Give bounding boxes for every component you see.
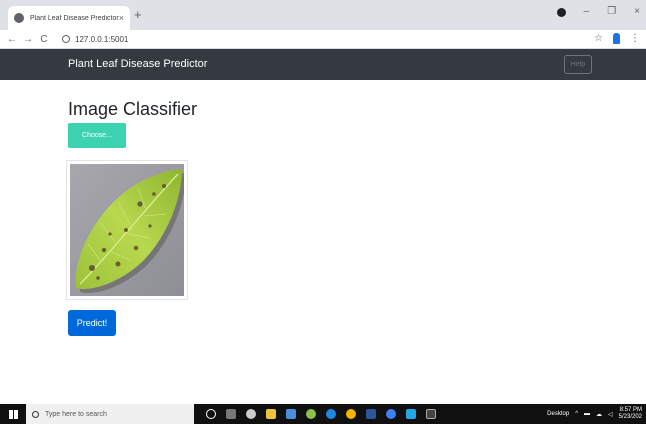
browser-menu-icon[interactable]: ⋮ <box>630 33 640 44</box>
settings-icon[interactable] <box>246 409 256 419</box>
word-icon[interactable] <box>366 409 376 419</box>
browser-tab-bar: Plant Leaf Disease Predictor × + – ❐ × <box>0 0 646 30</box>
task-view-icon[interactable] <box>226 409 236 419</box>
address-bar: ← → C 127.0.0.1:5001 ☆ ⋮ <box>0 30 646 49</box>
maximize-button[interactable]: ❐ <box>607 6 616 17</box>
minimize-button[interactable]: – <box>584 6 590 17</box>
forward-button[interactable]: → <box>20 34 36 45</box>
tray-chevron-icon[interactable]: ^ <box>575 411 578 417</box>
messenger-icon[interactable] <box>386 409 396 419</box>
vscode-icon[interactable] <box>406 409 416 419</box>
help-button[interactable]: Help <box>564 55 592 74</box>
url-text: 127.0.0.1:5001 <box>75 34 129 44</box>
image-preview <box>66 160 188 300</box>
terminal-icon[interactable] <box>426 409 436 419</box>
chrome-icon[interactable] <box>346 409 356 419</box>
anaconda-icon[interactable] <box>306 409 316 419</box>
page-title: Image Classifier <box>68 99 198 119</box>
choose-file-button[interactable]: Choose... <box>68 123 126 148</box>
browser-tab[interactable]: Plant Leaf Disease Predictor × <box>8 6 130 30</box>
new-tab-button[interactable]: + <box>134 8 142 22</box>
store-icon[interactable] <box>286 409 296 419</box>
edge-icon[interactable] <box>326 409 336 419</box>
reload-button[interactable]: C <box>36 34 52 45</box>
volume-icon[interactable]: ◁ <box>608 411 613 418</box>
globe-icon <box>14 13 24 23</box>
app-navbar: Plant Leaf Disease Predictor Help <box>0 49 646 80</box>
file-explorer-icon[interactable] <box>266 409 276 419</box>
taskbar-apps <box>206 409 436 419</box>
cloud-icon[interactable]: ☁ <box>596 411 602 418</box>
taskbar-search-placeholder: Type here to search <box>45 410 107 418</box>
clock-date: 5/23/202 <box>618 414 642 420</box>
back-button[interactable]: ← <box>4 34 20 45</box>
leaf-image <box>70 164 184 296</box>
desktop-label[interactable]: Desktop <box>547 411 569 417</box>
tab-title: Plant Leaf Disease Predictor <box>30 14 119 22</box>
window-controls: – ❐ × <box>556 6 640 17</box>
bookmark-star-icon[interactable]: ☆ <box>594 33 603 44</box>
info-icon[interactable] <box>62 35 70 43</box>
taskbar-search[interactable]: Type here to search <box>26 404 194 424</box>
clock-time: 8:57 PM <box>619 407 642 413</box>
windows-logo-icon <box>8 409 18 419</box>
cortana-icon[interactable] <box>206 409 216 419</box>
extension-icon[interactable] <box>613 33 620 44</box>
taskbar-clock[interactable]: 8:57 PM 5/23/202 <box>619 407 642 421</box>
navbar-brand[interactable]: Plant Leaf Disease Predictor <box>68 58 207 70</box>
url-field[interactable]: 127.0.0.1:5001 <box>62 35 128 44</box>
predict-button[interactable]: Predict! <box>68 310 116 336</box>
close-window-button[interactable]: × <box>634 6 640 17</box>
address-bar-actions: ☆ ⋮ <box>594 33 640 44</box>
start-button[interactable] <box>0 404 26 424</box>
network-icon[interactable]: ▬ <box>584 411 590 417</box>
tab-close-icon[interactable]: × <box>119 13 124 23</box>
profile-icon[interactable] <box>556 8 566 17</box>
system-tray: Desktop ^ ▬ ☁ ◁ 8:57 PM 5/23/202 <box>547 404 642 424</box>
search-icon <box>32 410 39 418</box>
